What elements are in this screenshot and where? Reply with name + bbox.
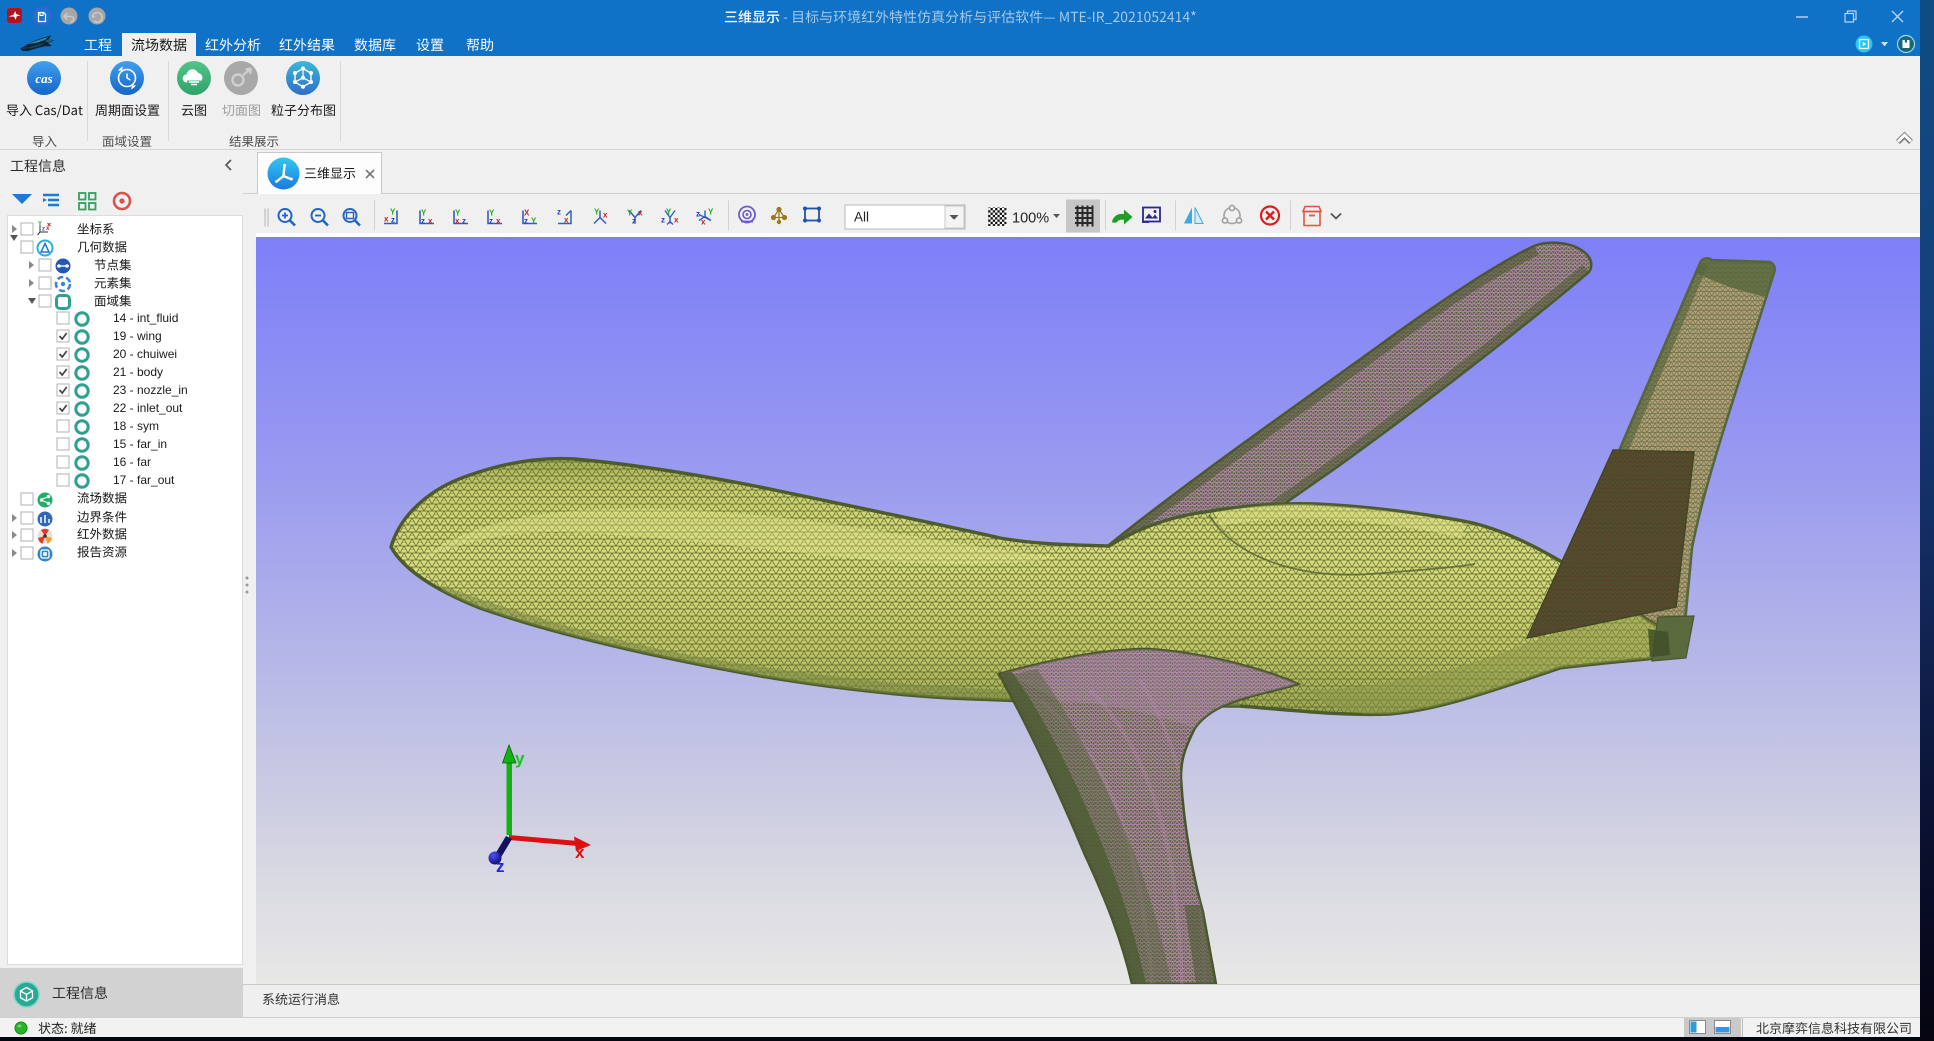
svg-text:x: x — [701, 218, 706, 227]
svg-text:z: z — [421, 217, 425, 226]
svg-text:x: x — [603, 211, 608, 220]
svg-text:z: z — [696, 210, 700, 219]
svg-text:z: z — [524, 217, 528, 226]
svg-text:z: z — [489, 217, 493, 226]
svg-text:z: z — [462, 217, 466, 226]
svg-text:y: y — [515, 749, 525, 768]
svg-text:z: z — [632, 217, 636, 226]
svg-text:Y: Y — [594, 208, 600, 217]
svg-text:x: x — [455, 217, 460, 226]
svg-text:z: z — [661, 216, 665, 225]
svg-text:z: z — [42, 227, 45, 233]
svg-text:x: x — [638, 209, 643, 218]
svg-text:x: x — [674, 216, 679, 225]
svg-text:Y: Y — [531, 217, 537, 226]
svg-text:x: x — [46, 226, 50, 232]
svg-text:x: x — [496, 217, 501, 226]
svg-text:All: All — [854, 210, 869, 225]
svg-text:x: x — [564, 216, 569, 225]
svg-text:z: z — [557, 208, 561, 217]
svg-text:x: x — [384, 215, 389, 224]
svg-text:x: x — [575, 843, 585, 862]
svg-text:cas: cas — [35, 71, 52, 86]
svg-text:100%: 100% — [1012, 211, 1049, 227]
svg-text:Y: Y — [666, 208, 672, 217]
svg-text:x: x — [428, 217, 433, 226]
svg-text:Y: Y — [708, 208, 714, 217]
svg-text:z: z — [496, 857, 505, 876]
